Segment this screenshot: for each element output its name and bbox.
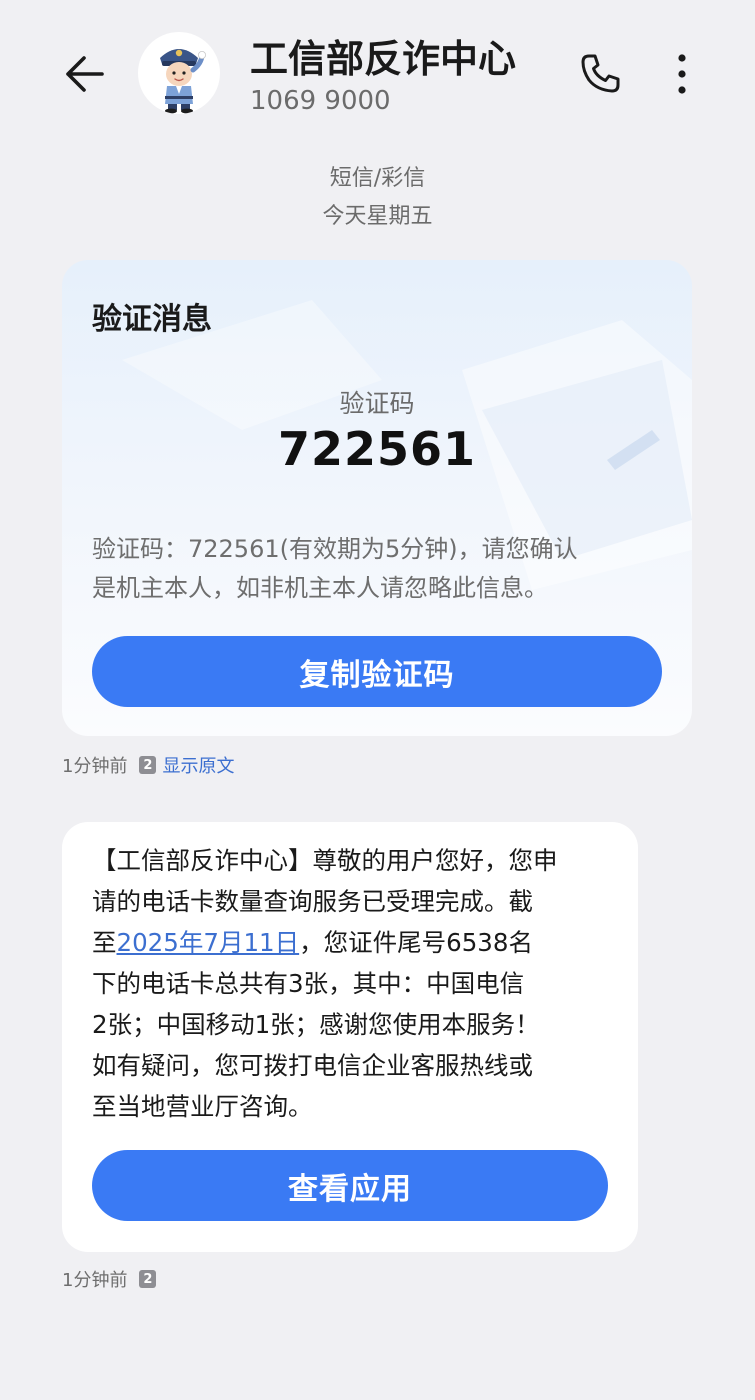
avatar[interactable] (138, 32, 220, 114)
message-text-line: 下的电话卡总共有3张，其中：中国电信 (92, 969, 525, 998)
contact-name: 工信部反诈中心 (250, 37, 517, 81)
phone-icon (581, 54, 620, 93)
message-type-label: 短信/彩信 (329, 166, 426, 191)
message-bubble[interactable]: 【工信部反诈中心】尊敬的用户您好，您申 请的电话卡数量查询服务已受理完成。截 至… (62, 822, 638, 1252)
contact-number: 1069 9000 (250, 86, 391, 116)
verification-title: 验证消息 (92, 302, 212, 337)
message-text-line: 2张；中国移动1张；感谢您使用本服务！ (92, 1010, 540, 1039)
call-button[interactable] (572, 46, 628, 102)
sim-badge: 2 (139, 1270, 157, 1288)
message-text-fragment: 至 (92, 928, 117, 957)
message-time: 1分钟前 (62, 1270, 128, 1291)
back-button[interactable] (56, 46, 112, 102)
message-text-fragment: ，您证件尾号6538名 (299, 928, 533, 957)
message-text: 【工信部反诈中心】尊敬的用户您好，您申 请的电话卡数量查询服务已受理完成。截 至… (92, 840, 622, 1127)
verification-card: 验证消息 验证码 722561 验证码：722561(有效期为5分钟)，请您确认… (62, 260, 692, 736)
code-label: 验证码 (339, 389, 415, 418)
message-time: 1分钟前 (62, 756, 128, 777)
verification-text-line: 是机主本人，如非机主本人请忽略此信息。 (92, 574, 548, 602)
show-original-link[interactable]: 显示原文 (162, 752, 234, 778)
message-text-line: 【工信部反诈中心】尊敬的用户您好，您申 (92, 846, 558, 875)
message-text-line: 至当地营业厅咨询。 (92, 1092, 313, 1121)
copy-code-button[interactable]: 复制验证码 (92, 636, 662, 707)
conversation-header: 工信部反诈中心 1069 9000 (0, 0, 755, 140)
verification-message-meta: 1分钟前 2 显示原文 (62, 752, 234, 778)
message-text-line: 如有疑问，您可拨打电信企业客服热线或 (92, 1051, 533, 1080)
verification-text-line: 验证码：722561(有效期为5分钟)，请您确认 (92, 535, 578, 563)
message-meta: 1分钟前 2 (62, 1266, 157, 1292)
police-avatar-icon (160, 49, 207, 114)
sim-badge: 2 (139, 756, 157, 774)
date-link[interactable]: 2025年7月11日 (117, 928, 300, 957)
date-separator: 今天星期五 (322, 204, 433, 229)
message-text-line: 至2025年7月11日，您证件尾号6538名 (92, 922, 622, 963)
view-app-button[interactable]: 查看应用 (92, 1150, 608, 1221)
message-text-line: 请的电话卡数量查询服务已受理完成。截 (92, 887, 533, 916)
more-options-button[interactable] (654, 46, 710, 102)
verification-message-text[interactable]: 验证码：722561(有效期为5分钟)，请您确认 是机主本人，如非机主本人请忽略… (92, 530, 662, 608)
arrow-left-icon (66, 56, 104, 92)
verification-code[interactable]: 722561 (62, 422, 692, 476)
more-vertical-icon (678, 54, 686, 94)
